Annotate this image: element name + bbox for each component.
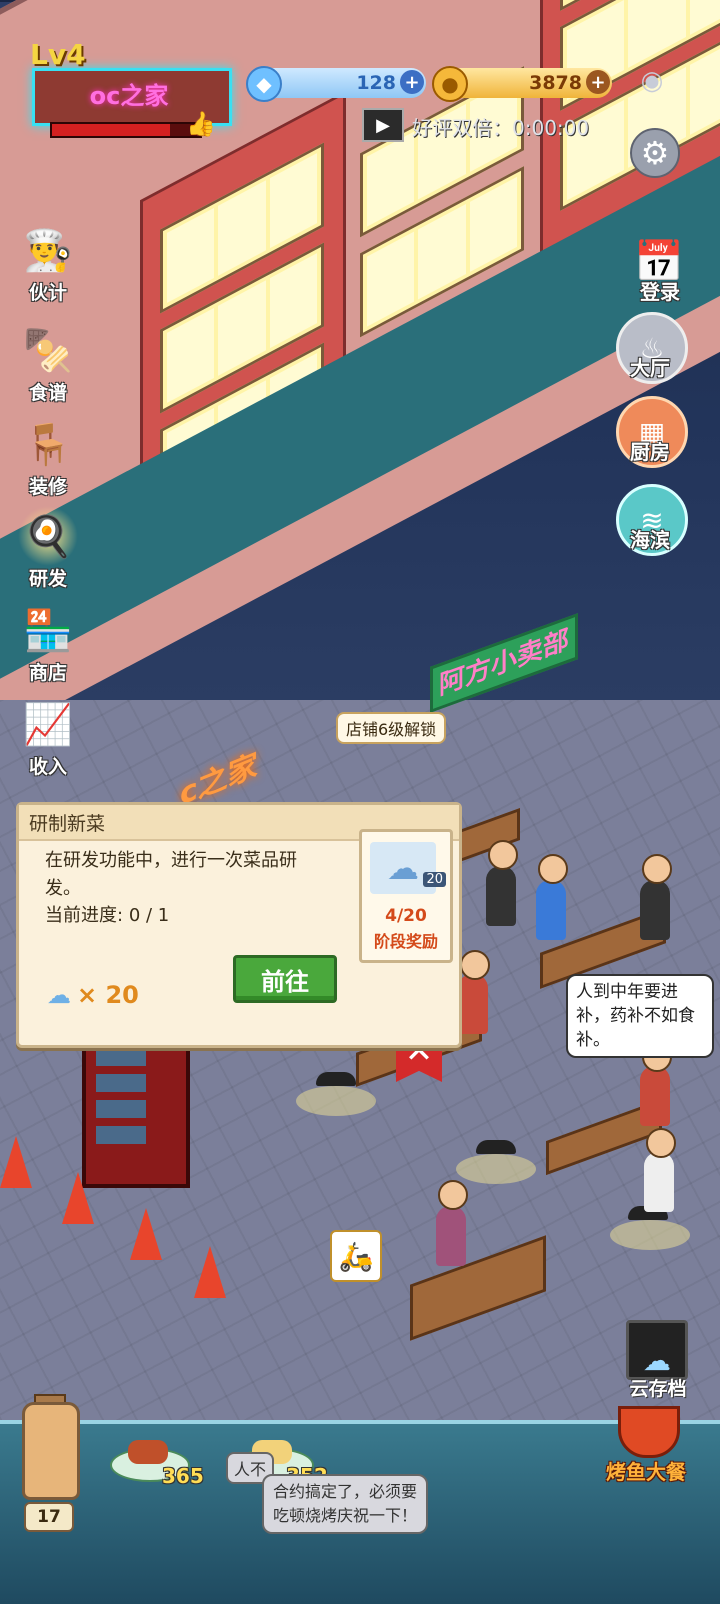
waiter-head [438, 1180, 468, 1210]
menu-decorate[interactable]: 🪑 装修 [8, 414, 88, 504]
diamond-icon: ◆ [246, 66, 282, 102]
menu-label: 大厅 [630, 356, 670, 380]
customer-head [646, 1128, 676, 1158]
traffic-cone [194, 1246, 226, 1298]
coin-icon: ● [432, 66, 468, 102]
bottle-count: 17 [24, 1502, 74, 1532]
eye-icon[interactable]: ◉ [632, 66, 672, 96]
menu-label: 装修 [28, 476, 67, 498]
play-video-icon[interactable]: ▶ [362, 108, 404, 142]
stage-progress: 4/20 [385, 906, 427, 926]
customer[interactable] [640, 880, 670, 940]
customer[interactable] [536, 880, 566, 940]
fish-bowl-icon [618, 1406, 680, 1458]
grilled-fish-feast-button[interactable]: 烤鱼大餐 [596, 1400, 706, 1490]
customer[interactable] [644, 1152, 674, 1212]
experience-fill [52, 124, 171, 136]
menu-label: 登录 [640, 280, 680, 304]
customer-head [538, 854, 568, 884]
add-gems-button[interactable]: + [400, 70, 424, 94]
progress-value: 0 / 1 [128, 905, 170, 926]
shop-icon: 🏪 [23, 607, 73, 654]
floppy-cloud-icon: ☁ [626, 1320, 688, 1380]
progress-label: 当前进度: [45, 905, 124, 926]
task-panel: 研制新菜 在研发功能中，进行一次菜品研发。 当前进度: 0 / 1 ☁ × 20… [16, 802, 462, 1048]
vending-machine[interactable] [82, 1030, 190, 1188]
customer-head [488, 840, 518, 870]
menu-label: 收入 [28, 756, 67, 778]
grilled-meat-icon [128, 1440, 168, 1464]
add-gold-button[interactable]: + [586, 70, 610, 94]
table-icon: 🪑 [23, 421, 73, 468]
menu-label: 商店 [28, 662, 67, 684]
customer-head [642, 854, 672, 884]
traffic-cone [62, 1172, 94, 1224]
go-button[interactable]: 前往 [233, 955, 337, 1003]
menu-shop[interactable]: 🏪 商店 [8, 600, 88, 690]
cloud-save-button[interactable]: ☁ 云存档 [618, 1320, 714, 1400]
unlock-tag[interactable]: 店铺6级解锁 [336, 712, 447, 744]
menu-kitchen[interactable]: ▦ 厨房 [610, 396, 690, 476]
recipe-icon: 🍢 [23, 327, 73, 374]
waiter[interactable] [436, 1206, 466, 1266]
stage-reward-card[interactable]: ☁ 20 4/20 阶段奖励 [359, 829, 453, 963]
lamp-light [296, 1086, 376, 1116]
traffic-cone [0, 1136, 32, 1188]
thumbs-up-icon: 👍 [186, 110, 216, 138]
income-chart-icon: 📈 [23, 701, 73, 748]
menu-staff[interactable]: 👨‍🍳 伙计 [8, 220, 88, 310]
menu-label: 食谱 [28, 382, 67, 404]
customer[interactable] [458, 974, 488, 1034]
menu-income[interactable]: 📈 收入 [8, 694, 88, 784]
customer[interactable] [640, 1066, 670, 1126]
double-reward-timer: 0:00:00 [512, 116, 590, 140]
double-reward-text[interactable]: 好评双倍：0:00:00 [412, 112, 589, 141]
customer-head [460, 950, 490, 980]
ice-cube-icon: ☁ [47, 981, 71, 1009]
street-lamp [476, 1140, 516, 1154]
double-reward-label: 好评双倍 [412, 116, 492, 140]
menu-label: 研发 [28, 568, 67, 590]
task-progress: 当前进度: 0 / 1 [45, 901, 169, 927]
customer-speech-bubble: 人到中年要进补，药补不如食补。 [566, 974, 714, 1058]
bottle-icon[interactable] [22, 1402, 80, 1500]
menu-label: 海滨 [630, 528, 670, 552]
menu-hall[interactable]: ♨ 大厅 [610, 312, 690, 392]
traffic-cone [130, 1208, 162, 1260]
shop-name: oc之家 [89, 82, 169, 110]
lamp-light [456, 1154, 536, 1184]
menu-login[interactable]: 📅 登录 [620, 228, 700, 308]
task-description: 在研发功能中，进行一次菜品研发。 [45, 850, 297, 899]
level-label: Lv4 [30, 38, 86, 71]
customer-speech-bubble: 合约搞定了，必须要吃顿烧烤庆祝一下！ [262, 1474, 428, 1534]
menu-recipes[interactable]: 🍢 食谱 [8, 320, 88, 410]
street-lamp [316, 1072, 356, 1086]
dish-item[interactable]: 365 [110, 1440, 204, 1500]
delivery-scooter-icon[interactable]: 🛵 [330, 1230, 382, 1282]
menu-label: 厨房 [630, 440, 670, 464]
customer[interactable] [486, 866, 516, 926]
menu-seaside[interactable]: ≋ 海滨 [610, 484, 690, 564]
cloud-save-label: 云存档 [629, 1378, 687, 1400]
experience-bar [50, 122, 202, 138]
menu-label: 伙计 [28, 282, 67, 304]
research-icon: 🍳 [18, 506, 78, 566]
reward-quantity: × 20 [77, 981, 139, 1009]
gold-amount: 3878 [529, 72, 582, 94]
task-reward: ☁ × 20 [47, 981, 139, 1009]
feast-label: 烤鱼大餐 [606, 1460, 686, 1484]
game-scene[interactable]: 阿方小卖部 c之家 店铺6级解锁 ✕ 🛵 人到中年要进补，药补不如食补。 [0, 0, 720, 1600]
lamp-light [610, 1220, 690, 1250]
gem-amount: 128 [356, 72, 396, 94]
stage-reward-quantity: 20 [423, 872, 446, 887]
task-title: 研制新菜 [29, 813, 106, 835]
dish-count: 365 [162, 1464, 204, 1488]
settings-gear-icon[interactable]: ⚙ [630, 128, 680, 178]
menu-research[interactable]: 🍳 研发 [8, 506, 88, 596]
chef-icon: 👨‍🍳 [23, 227, 73, 274]
stage-reward-label: 阶段奖励 [373, 932, 438, 951]
